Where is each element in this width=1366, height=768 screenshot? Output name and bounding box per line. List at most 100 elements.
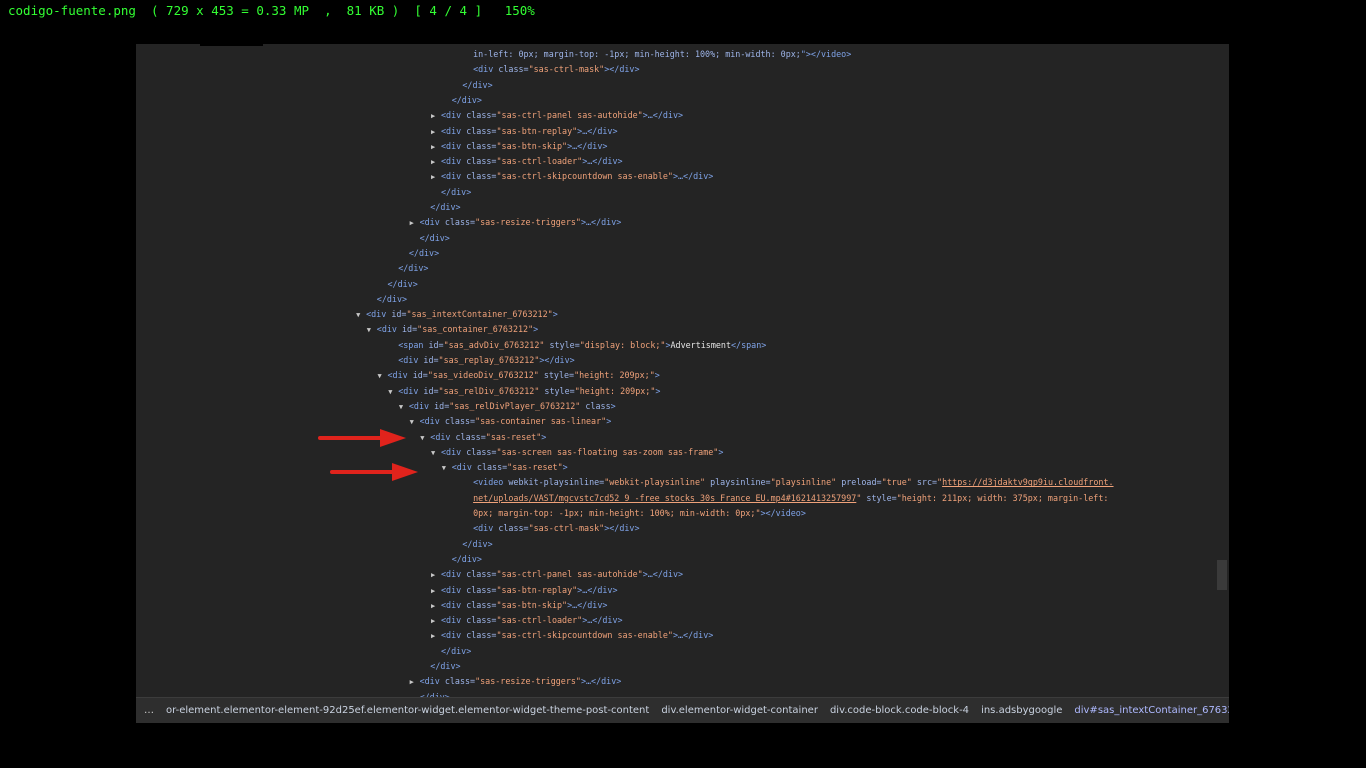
code-token-val: "sas_replay_6763212"	[438, 355, 540, 365]
dom-text-row[interactable]: </div>	[431, 185, 471, 200]
dom-text-row[interactable]: </div>	[420, 200, 460, 215]
dom-text-row[interactable]: </div>	[410, 231, 450, 246]
code-token-val: "sas-btn-replay"	[496, 125, 578, 136]
collapse-triangle-icon[interactable]: ▶	[431, 584, 441, 599]
code-token-tag: >…</div>	[577, 584, 618, 595]
dom-node-row[interactable]: ▶ <div class="sas-ctrl-skipcountdown sas-…	[431, 169, 713, 184]
dom-text-row[interactable]: </div>	[399, 246, 439, 261]
dom-node-row[interactable]: ▶ <div class="sas-resize-triggers">…</div…	[410, 215, 622, 230]
dom-node-row[interactable]: ▶ <div class="sas-btn-replay">…</div>	[431, 124, 618, 139]
collapse-triangle-icon[interactable]: ▶	[410, 216, 420, 231]
dom-text-row[interactable]: 0px; margin-top: -1px; min-height: 100%;…	[463, 506, 806, 521]
expand-triangle-icon[interactable]: ▼	[388, 385, 398, 400]
dom-text-row[interactable]: </div>	[442, 552, 482, 567]
dom-node-row[interactable]: ▶ <div class="sas-btn-skip">…</div>	[431, 598, 607, 613]
expand-triangle-icon[interactable]: ▼	[367, 323, 377, 338]
expand-triangle-icon[interactable]: ▼	[356, 308, 366, 323]
collapse-triangle-icon[interactable]: ▶	[431, 125, 441, 140]
dom-node-row[interactable]: ▼ <div id="sas_relDivPlayer_6763212" clas…	[399, 399, 616, 414]
code-token-attr: class=	[466, 446, 497, 457]
dom-text-row[interactable]: <video webkit-playsinline="webkit-playsi…	[463, 475, 1113, 490]
collapse-triangle-icon[interactable]: ▶	[431, 155, 441, 170]
dom-node-row[interactable]: ▼ <div class="sas-screen sas-floating sas…	[431, 445, 723, 460]
breadcrumb-item[interactable]: div.elementor-widget-container	[655, 705, 824, 716]
collapse-triangle-icon[interactable]: ▶	[431, 568, 441, 583]
code-token-attr: class=	[466, 156, 497, 167]
dom-node-row[interactable]: ▶ <div class="sas-ctrl-panel sas-autohide…	[431, 567, 683, 582]
collapse-triangle-icon[interactable]: ▶	[431, 599, 441, 614]
dom-text-row[interactable]: </div>	[367, 292, 407, 307]
collapse-triangle-icon[interactable]: ▶	[431, 140, 441, 155]
dom-text-row[interactable]: <div id="sas_replay_6763212"></div>	[388, 353, 575, 368]
dom-node-row[interactable]: ▶ <div class="sas-ctrl-loader">…</div>	[431, 613, 623, 628]
collapse-triangle-icon[interactable]: ▶	[431, 170, 441, 185]
breadcrumb-item[interactable]: div.code-block.code-block-4	[824, 705, 975, 716]
dom-text-row[interactable]: <span id="sas_advDiv_6763212" style="dis…	[388, 338, 766, 353]
dom-node-row[interactable]: ▼ <div class="sas-reset">	[420, 430, 546, 445]
code-token-val: "sas-ctrl-skipcountdown sas-enable"	[496, 630, 673, 641]
code-token-tag: <div	[441, 584, 467, 595]
breadcrumb-scroll-left[interactable]: …	[136, 705, 160, 716]
dom-text-row[interactable]: </div>	[420, 659, 460, 674]
dom-node-row[interactable]: ▼ <div id="sas_intextContainer_6763212">	[356, 307, 558, 322]
code-token-attr: class=	[444, 416, 476, 427]
collapse-triangle-icon[interactable]: ▶	[431, 629, 441, 644]
breadcrumb-item-selected[interactable]: div#sas_intextContainer_6763212	[1068, 705, 1229, 716]
dom-text-row[interactable]: </div>	[452, 78, 492, 93]
collapse-triangle-icon[interactable]: ▶	[431, 614, 441, 629]
dom-text-row[interactable]: </div>	[442, 93, 482, 108]
elements-dom-tree[interactable]: in-left: 0px; margin-top: -1px; min-heig…	[136, 47, 1216, 699]
dom-text-row[interactable]: <div class="sas-ctrl-mask"></div>	[463, 521, 639, 536]
dom-text-row[interactable]: </div>	[452, 537, 492, 552]
dom-text-row[interactable]: net/uploads/VAST/mgcvstc7cd52_9_-free_st…	[463, 491, 1108, 506]
dom-node-row[interactable]: ▶ <div class="sas-btn-skip">…</div>	[431, 139, 607, 154]
expand-triangle-icon[interactable]: ▼	[378, 369, 388, 384]
code-token-attr: id=	[434, 400, 450, 411]
dom-text-row[interactable]: </div>	[431, 644, 471, 659]
code-token-attr: class=	[466, 615, 497, 626]
code-token-val: "sas_intextContainer_6763212"	[406, 309, 553, 320]
code-token-tag: >	[533, 324, 539, 335]
dom-text-row[interactable]: </div>	[388, 261, 428, 276]
breadcrumb-item[interactable]: ins.adsbygoogle	[975, 705, 1068, 716]
code-token-tag: >…</div>	[582, 156, 623, 167]
breadcrumb-item[interactable]: or-element.elementor-element-92d25ef.ele…	[160, 705, 655, 716]
collapse-triangle-icon[interactable]: ▶	[410, 675, 420, 690]
frame-notch	[200, 44, 263, 46]
collapse-triangle-icon[interactable]: ▶	[431, 109, 441, 124]
dom-node-row[interactable]: ▶ <div class="sas-ctrl-skipcountdown sas-…	[431, 628, 713, 643]
dom-node-row[interactable]: ▼ <div id="sas_videoDiv_6763212" style="h…	[378, 368, 660, 383]
expand-triangle-icon[interactable]: ▼	[399, 400, 409, 415]
red-arrow-annotation	[318, 429, 406, 447]
code-token-val: "sas_relDiv_6763212"	[438, 385, 540, 396]
code-token-attr: class=	[466, 569, 497, 580]
dom-node-row[interactable]: ▶ <div class="sas-ctrl-loader">…</div>	[431, 154, 623, 169]
scrollbar-thumb[interactable]	[1217, 560, 1227, 590]
code-token-attr: class=	[466, 140, 497, 151]
dom-node-row[interactable]: ▶ <div class="sas-resize-triggers">…</div…	[410, 674, 622, 689]
expand-triangle-icon[interactable]: ▼	[420, 431, 430, 446]
dom-text-row[interactable]: </div>	[378, 277, 418, 292]
code-token-tag: </div>	[430, 202, 461, 212]
code-token-tag: ></div>	[604, 523, 640, 534]
expand-triangle-icon[interactable]: ▼	[431, 446, 441, 461]
dom-node-row[interactable]: ▼ <div id="sas_container_6763212">	[367, 322, 538, 337]
dom-node-row[interactable]: ▼ <div class="sas-container sas-linear">	[410, 414, 612, 429]
dom-node-row[interactable]: ▶ <div class="sas-ctrl-panel sas-autohide…	[431, 108, 683, 123]
code-token-attr: id=	[423, 385, 439, 396]
dom-node-row[interactable]: ▶ <div class="sas-btn-replay">…</div>	[431, 583, 618, 598]
expand-triangle-icon[interactable]: ▼	[442, 461, 452, 476]
code-token-tag: >…</div>	[672, 630, 714, 641]
code-token-tag: <div	[441, 125, 467, 136]
dom-text-row[interactable]: <div class="sas-ctrl-mask"></div>	[463, 62, 639, 77]
dom-text-row[interactable]: in-left: 0px; margin-top: -1px; min-heig…	[463, 47, 851, 62]
dom-node-row[interactable]: ▼ <div class="sas-reset">	[442, 460, 568, 475]
dom-node-row[interactable]: ▼ <div id="sas_relDiv_6763212" style="hei…	[388, 384, 660, 399]
code-token-tag: <div	[441, 630, 467, 641]
code-token-val: "sas_videoDiv_6763212"	[427, 370, 539, 381]
code-token-link[interactable]: net/uploads/VAST/mgcvstc7cd52_9_-free_st…	[473, 493, 856, 503]
expand-triangle-icon[interactable]: ▼	[410, 415, 420, 430]
code-token-tag: ></div>	[604, 64, 640, 75]
code-token-link[interactable]: https://d3jdaktv9qp9iu.cloudfront.	[942, 477, 1113, 487]
red-arrow-annotation	[330, 463, 418, 481]
